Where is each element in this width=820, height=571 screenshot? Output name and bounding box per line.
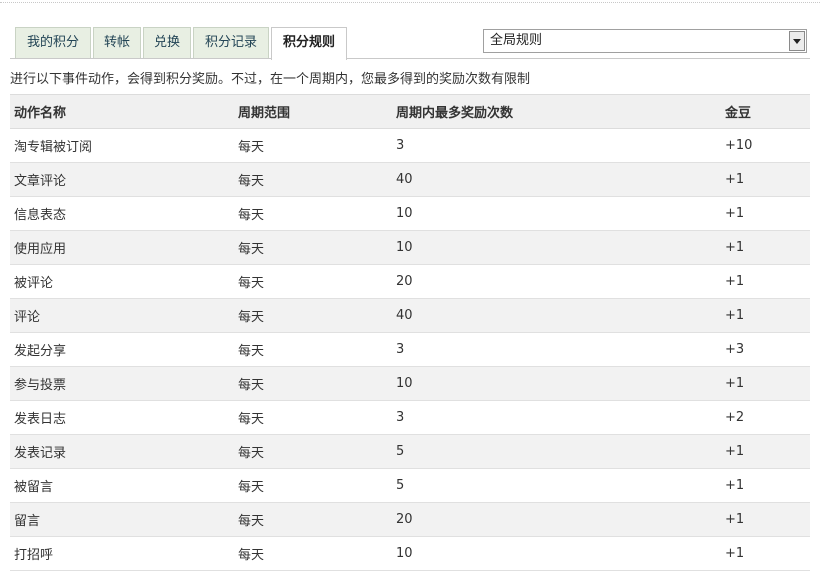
table-row: 文章评论 每天 40 +1	[10, 162, 810, 197]
cell-beans: +3	[721, 332, 810, 367]
cell-max: 40	[392, 162, 721, 197]
cell-action: 打招呼	[10, 536, 234, 571]
rule-scope-select[interactable]: 全局规则	[483, 29, 807, 53]
cell-period: 每天	[234, 468, 392, 503]
cell-beans: +2	[721, 400, 810, 435]
table-row: 留言 每天 20 +1	[10, 502, 810, 537]
table-header-row: 动作名称 周期范围 周期内最多奖励次数 金豆	[10, 94, 810, 129]
cell-beans: +1	[721, 536, 810, 571]
cell-max: 20	[392, 264, 721, 299]
cell-beans: +1	[721, 434, 810, 469]
cell-max: 10	[392, 230, 721, 265]
rule-scope-value: 全局规则	[490, 33, 543, 48]
cell-period: 每天	[234, 230, 392, 265]
top-dotted-divider	[0, 2, 820, 3]
cell-period: 每天	[234, 400, 392, 435]
cell-period: 每天	[234, 298, 392, 333]
table-row: 被留言 每天 5 +1	[10, 468, 810, 503]
cell-max: 3	[392, 332, 721, 367]
cell-action: 发表记录	[10, 434, 234, 469]
cell-period: 每天	[234, 264, 392, 299]
header-max-rewards: 周期内最多奖励次数	[392, 94, 721, 129]
header-period: 周期范围	[234, 94, 392, 129]
cell-max: 40	[392, 298, 721, 333]
cell-action: 评论	[10, 298, 234, 333]
cell-period: 每天	[234, 502, 392, 537]
cell-beans: +1	[721, 264, 810, 299]
table-row: 信息表态 每天 10 +1	[10, 196, 810, 231]
table-row: 使用应用 每天 10 +1	[10, 230, 810, 265]
table-row: 发表记录 每天 5 +1	[10, 434, 810, 469]
cell-action: 被评论	[10, 264, 234, 299]
rules-table: 动作名称 周期范围 周期内最多奖励次数 金豆 淘专辑被订阅 每天 3 +10 文章评论…	[10, 94, 810, 571]
cell-beans: +1	[721, 298, 810, 333]
tab-bar-underline	[10, 58, 810, 59]
cell-action: 发起分享	[10, 332, 234, 367]
cell-beans: +10	[721, 128, 810, 163]
cell-beans: +1	[721, 162, 810, 197]
cell-action: 文章评论	[10, 162, 234, 197]
table-row: 评论 每天 40 +1	[10, 298, 810, 333]
cell-max: 10	[392, 196, 721, 231]
cell-period: 每天	[234, 332, 392, 367]
table-row: 被评论 每天 20 +1	[10, 264, 810, 299]
cell-beans: +1	[721, 366, 810, 401]
header-action-name: 动作名称	[10, 94, 234, 129]
cell-action: 发表日志	[10, 400, 234, 435]
table-row: 参与投票 每天 10 +1	[10, 366, 810, 401]
cell-action: 使用应用	[10, 230, 234, 265]
tab-transfer[interactable]: 转帐	[93, 27, 141, 58]
cell-action: 被留言	[10, 468, 234, 503]
tab-points-rules[interactable]: 积分规则	[271, 27, 347, 60]
cell-action: 信息表态	[10, 196, 234, 231]
cell-beans: +1	[721, 230, 810, 265]
cell-period: 每天	[234, 536, 392, 571]
chevron-down-icon[interactable]	[789, 31, 805, 51]
cell-max: 3	[392, 400, 721, 435]
rules-intro-text: 进行以下事件动作，会得到积分奖励。不过，在一个周期内，您最多得到的奖励次数有限制	[10, 72, 531, 87]
cell-max: 5	[392, 468, 721, 503]
cell-action: 留言	[10, 502, 234, 537]
cell-period: 每天	[234, 434, 392, 469]
cell-period: 每天	[234, 366, 392, 401]
header-gold-beans: 金豆	[721, 94, 810, 129]
cell-action: 淘专辑被订阅	[10, 128, 234, 163]
cell-beans: +1	[721, 468, 810, 503]
cell-max: 5	[392, 434, 721, 469]
cell-period: 每天	[234, 162, 392, 197]
table-row: 发表日志 每天 3 +2	[10, 400, 810, 435]
table-row: 淘专辑被订阅 每天 3 +10	[10, 128, 810, 163]
tab-exchange[interactable]: 兑换	[143, 27, 191, 58]
tab-points-log[interactable]: 积分记录	[193, 27, 269, 58]
cell-period: 每天	[234, 128, 392, 163]
table-row: 打招呼 每天 10 +1	[10, 536, 810, 571]
cell-max: 10	[392, 536, 721, 571]
cell-beans: +1	[721, 196, 810, 231]
cell-action: 参与投票	[10, 366, 234, 401]
cell-max: 3	[392, 128, 721, 163]
table-row: 发起分享 每天 3 +3	[10, 332, 810, 367]
tab-my-points[interactable]: 我的积分	[15, 27, 91, 58]
cell-beans: +1	[721, 502, 810, 537]
cell-period: 每天	[234, 196, 392, 231]
cell-max: 20	[392, 502, 721, 537]
cell-max: 10	[392, 366, 721, 401]
